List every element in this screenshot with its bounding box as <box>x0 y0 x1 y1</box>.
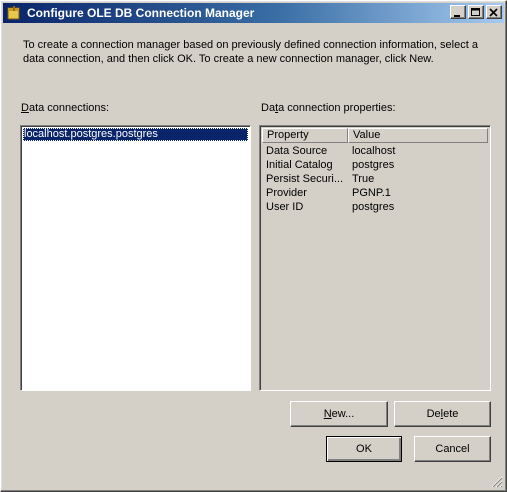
column-header-value[interactable]: Value <box>348 128 488 143</box>
property-name: Provider <box>266 187 307 199</box>
table-row: Persist Securi... True <box>262 172 488 186</box>
data-connection-properties-label: Data connection properties: <box>261 102 396 114</box>
table-row: Provider PGNP.1 <box>262 186 488 200</box>
property-value: postgres <box>352 159 395 171</box>
table-row: Initial Catalog postgres <box>262 158 488 172</box>
property-name: User ID <box>266 201 304 213</box>
property-value: postgres <box>352 201 395 213</box>
title-bar[interactable]: Configure OLE DB Connection Manager <box>3 3 504 23</box>
list-item[interactable]: localhost.postgres.postgres <box>23 128 248 141</box>
property-name: Persist Securi... <box>266 173 344 185</box>
close-button[interactable] <box>486 5 502 19</box>
table-row: Data Source localhost <box>262 144 488 158</box>
property-value: localhost <box>352 145 396 157</box>
column-header-property[interactable]: Property <box>262 128 348 143</box>
package-icon <box>6 5 22 21</box>
dialog-window: Configure OLE DB Connection Manager To c… <box>0 0 507 492</box>
table-row: User ID postgres <box>262 200 488 214</box>
data-connections-label: Data connections: <box>21 102 110 114</box>
properties-grid: Property Value Data Source localhost Ini… <box>259 125 491 391</box>
property-value: True <box>352 173 375 185</box>
property-name: Data Source <box>266 145 328 157</box>
properties-header: Property Value <box>262 128 488 143</box>
resize-grip-icon[interactable] <box>491 476 503 488</box>
delete-button[interactable]: Delete <box>394 401 491 427</box>
intro-text: To create a connection manager based on … <box>23 39 478 65</box>
new-button[interactable]: New... <box>290 401 388 427</box>
minimize-button[interactable] <box>450 5 466 19</box>
cancel-button[interactable]: Cancel <box>414 436 491 462</box>
properties-rows: Data Source localhost Initial Catalog po… <box>262 144 488 214</box>
close-icon <box>489 8 498 17</box>
data-connections-list[interactable]: localhost.postgres.postgres <box>20 125 251 391</box>
property-name: Initial Catalog <box>266 159 333 171</box>
maximize-icon <box>471 8 480 16</box>
ok-button[interactable]: OK <box>326 436 402 462</box>
window-title: Configure OLE DB Connection Manager <box>27 6 255 20</box>
minimize-icon <box>454 15 460 17</box>
maximize-button[interactable] <box>468 5 484 19</box>
property-value: PGNP.1 <box>352 187 391 199</box>
